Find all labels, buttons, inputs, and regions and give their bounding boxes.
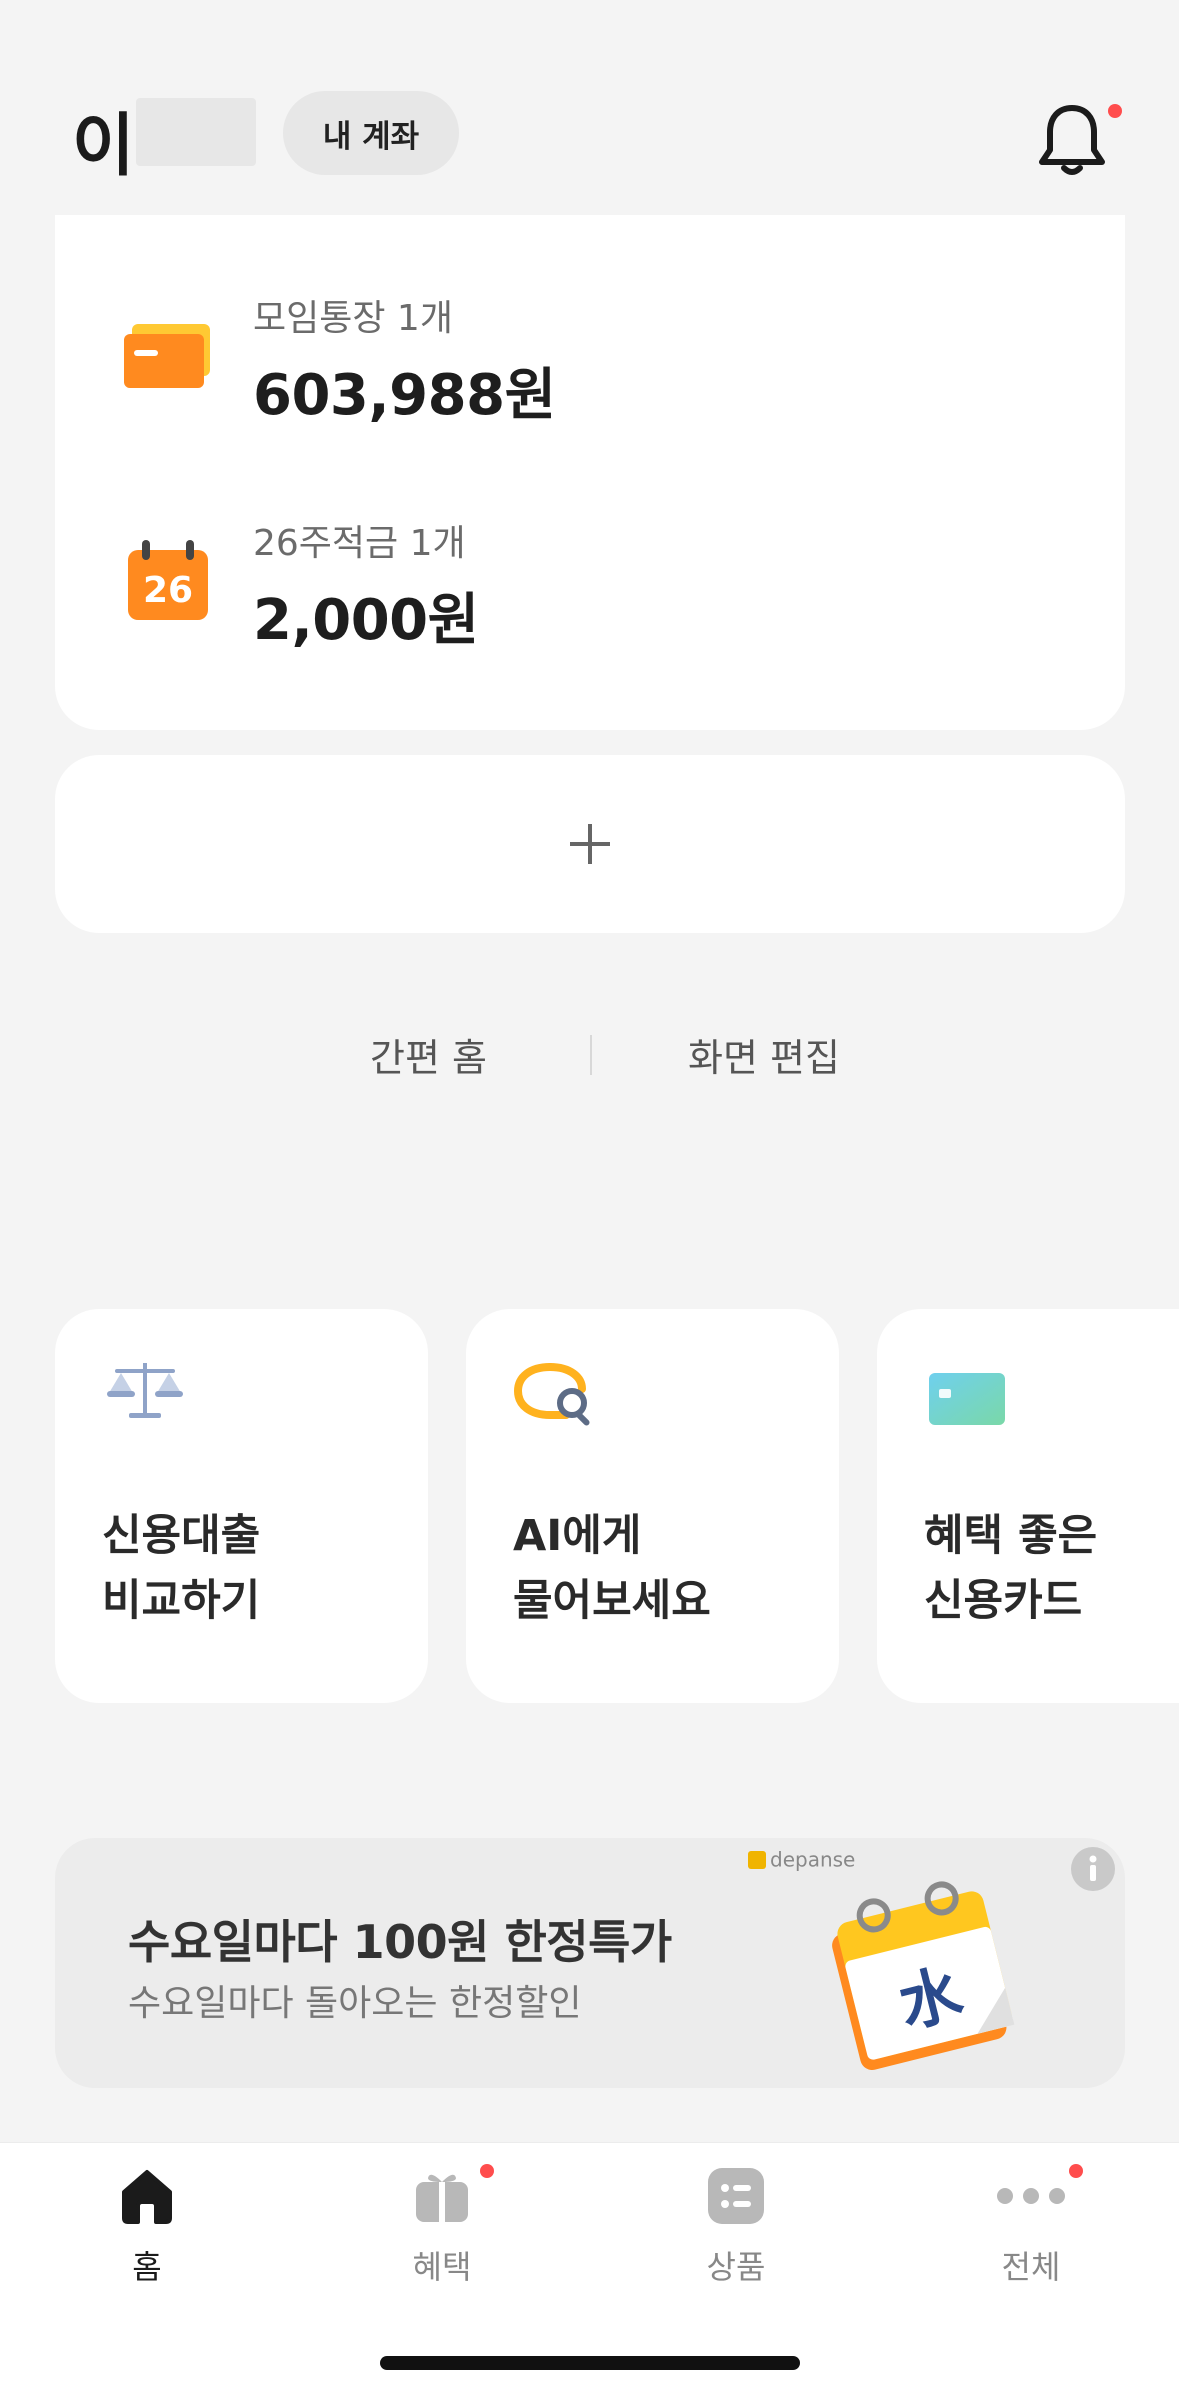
gift-icon bbox=[414, 2168, 470, 2228]
info-icon[interactable] bbox=[1070, 1846, 1116, 1892]
tab-notification-dot bbox=[1069, 2164, 1083, 2178]
tab-products[interactable]: 상품 bbox=[656, 2160, 816, 2290]
user-name: 이 bbox=[72, 107, 135, 186]
quick-card-title-line: 물어보세요 bbox=[513, 1576, 711, 1626]
tab-benefits[interactable]: 혜택 bbox=[362, 2160, 522, 2290]
quick-card-title-line: 비교하기 bbox=[102, 1576, 261, 1626]
link-divider bbox=[590, 1035, 592, 1075]
quick-card-title-line: 신용카드 bbox=[924, 1576, 1083, 1626]
calendar-26-icon[interactable]: 26 bbox=[126, 540, 210, 622]
tab-all[interactable]: 전체 bbox=[951, 2160, 1111, 2290]
banner-title: 수요일마다 100원 한정특가 bbox=[128, 1915, 672, 1969]
quick-card-credit-loan[interactable]: 신용대출 비교하기 bbox=[55, 1309, 428, 1703]
quick-card-title-line: AI에게 bbox=[513, 1511, 642, 1561]
tab-label: 홈 bbox=[132, 2248, 162, 2286]
calendar-day: 26 bbox=[143, 570, 193, 611]
tab-home[interactable]: 홈 bbox=[67, 2160, 227, 2290]
more-icon bbox=[995, 2186, 1067, 2210]
banner-subtitle: 수요일마다 돌아오는 한정할인 bbox=[128, 1983, 582, 2024]
home-indicator[interactable] bbox=[380, 2356, 800, 2370]
add-item-button[interactable] bbox=[55, 755, 1125, 933]
tab-label: 상품 bbox=[706, 2248, 766, 2286]
plus-icon bbox=[570, 824, 610, 864]
credit-card-icon bbox=[929, 1373, 1005, 1429]
calendar-illustration: 水 bbox=[812, 1868, 1017, 2082]
edit-screen-link[interactable]: 화면 편집 bbox=[688, 1027, 840, 1082]
ai-search-icon bbox=[512, 1361, 598, 1431]
tab-notification-dot bbox=[480, 2164, 494, 2178]
account-amount[interactable]: 603,988원 bbox=[253, 350, 556, 431]
quick-card-title-line: 신용대출 bbox=[102, 1511, 261, 1561]
account-label: 26주적금 1개 bbox=[253, 523, 466, 564]
quick-card-credit-card[interactable]: 혜택 좋은 신용카드 bbox=[877, 1309, 1179, 1703]
quick-card-ai[interactable]: AI에게 물어보세요 bbox=[466, 1309, 839, 1703]
card-stack-icon[interactable] bbox=[122, 318, 214, 390]
quick-card-title-line: 혜택 좋은 bbox=[924, 1511, 1098, 1561]
my-account-button[interactable]: 내 계좌 bbox=[283, 91, 459, 175]
name-redaction bbox=[136, 98, 256, 166]
tab-label: 혜택 bbox=[412, 2248, 472, 2286]
accounts-card bbox=[55, 215, 1125, 730]
home-icon bbox=[120, 2168, 174, 2228]
account-label: 모임통장 1개 bbox=[253, 298, 453, 339]
account-amount[interactable]: 2,000원 bbox=[253, 575, 479, 656]
bell-icon[interactable] bbox=[1036, 100, 1108, 180]
list-icon bbox=[708, 2168, 764, 2228]
notification-dot bbox=[1108, 104, 1122, 118]
scale-icon bbox=[105, 1359, 185, 1425]
tab-label: 전체 bbox=[1001, 2248, 1061, 2286]
simple-home-link[interactable]: 간편 홈 bbox=[370, 1027, 487, 1082]
